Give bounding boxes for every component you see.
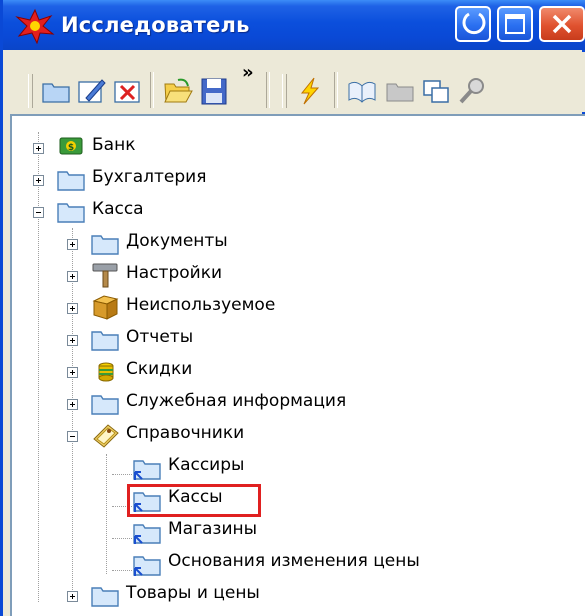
tree-item-unused[interactable]: Неиспользуемое xyxy=(12,292,572,324)
selection-highlight xyxy=(127,484,261,517)
tree-item-label: Отчеты xyxy=(126,327,194,347)
edit-icon[interactable] xyxy=(76,76,108,106)
tree-item-kassa[interactable]: Касса xyxy=(12,196,572,228)
more-chevron[interactable]: » xyxy=(242,62,254,83)
tree-item-label: Документы xyxy=(126,231,228,251)
expand-toggle[interactable] xyxy=(67,239,78,250)
shortcut-folder-icon xyxy=(133,524,161,544)
open-folder-icon[interactable] xyxy=(162,76,194,106)
expand-toggle[interactable] xyxy=(67,303,78,314)
tree-item-bank[interactable]: $ Банк xyxy=(12,132,572,164)
tree-item-label: Неиспользуемое xyxy=(126,295,276,315)
tree-item-label: Скидки xyxy=(126,359,193,379)
title-bar[interactable]: Исследователь xyxy=(3,0,585,50)
folder-icon xyxy=(91,395,119,415)
tree-item-goods-prices[interactable]: Товары и цены xyxy=(12,580,572,612)
tree-item-cashiers[interactable]: Кассиры xyxy=(12,452,572,484)
tree-item-registers[interactable]: Кассы xyxy=(12,484,572,516)
tree-item-accounting[interactable]: Бухгалтерия xyxy=(12,164,572,196)
close-button[interactable] xyxy=(539,6,585,42)
folder-icon xyxy=(91,235,119,255)
window-title: Исследователь xyxy=(61,13,250,37)
shortcut-folder-icon xyxy=(133,556,161,576)
close-icon xyxy=(552,14,572,34)
expand-toggle[interactable] xyxy=(67,367,78,378)
toolbar-separator xyxy=(334,72,338,108)
copy-windows-icon[interactable] xyxy=(420,76,452,106)
collapse-toggle[interactable] xyxy=(33,207,44,218)
bank-icon: $ xyxy=(59,137,83,155)
expand-toggle[interactable] xyxy=(33,143,44,154)
expand-toggle[interactable] xyxy=(67,335,78,346)
hammer-icon xyxy=(92,263,118,288)
tree-item-label: Настройки xyxy=(126,263,223,283)
toolbar-separator xyxy=(266,72,270,108)
tree-item-label: Касса xyxy=(92,199,144,219)
search-icon[interactable] xyxy=(456,76,488,106)
toolbar: » xyxy=(6,52,585,112)
tree-item-label: Банк xyxy=(92,135,136,155)
maximize-icon xyxy=(505,14,525,34)
open-book-icon[interactable] xyxy=(346,76,378,106)
delete-icon[interactable] xyxy=(112,76,144,106)
tree-item-label: Справочники xyxy=(126,423,245,443)
tree-item-label: Бухгалтерия xyxy=(92,167,207,187)
folder-icon xyxy=(57,171,85,191)
maximize-button[interactable] xyxy=(497,6,533,42)
minimize-icon xyxy=(462,12,486,35)
folder-icon xyxy=(57,203,85,223)
tree-item-label: Кассиры xyxy=(168,455,245,475)
tree-item-settings[interactable]: Настройки xyxy=(12,260,572,292)
tree-item-label: Товары и цены xyxy=(126,583,260,603)
svg-text:$: $ xyxy=(68,143,74,153)
expand-toggle[interactable] xyxy=(67,399,78,410)
tree-item-stores[interactable]: Магазины xyxy=(12,516,572,548)
tree-item-references[interactable]: Справочники xyxy=(12,420,572,452)
save-icon[interactable] xyxy=(198,76,230,106)
expand-toggle[interactable] xyxy=(67,591,78,602)
coins-icon xyxy=(98,362,114,382)
tree-item-label: Магазины xyxy=(168,519,258,539)
toolbar-grip[interactable] xyxy=(28,74,33,108)
folder-icon xyxy=(91,331,119,351)
tree-view[interactable]: $ Банк Бухгалтерия Касса Документы Настр… xyxy=(10,114,585,616)
folder-icon[interactable] xyxy=(384,76,416,106)
explorer-star-icon xyxy=(15,8,55,44)
minimize-button[interactable] xyxy=(455,6,491,42)
tree-item-label: Основания изменения цены xyxy=(168,551,420,571)
tree-item-label: Служебная информация xyxy=(126,391,347,411)
reference-book-icon xyxy=(93,424,119,448)
tree-item-reports[interactable]: Отчеты xyxy=(12,324,572,356)
new-folder-icon[interactable] xyxy=(40,76,72,106)
box-icon xyxy=(92,295,119,320)
tree-item-service-info[interactable]: Служебная информация xyxy=(12,388,572,420)
tree-item-documents[interactable]: Документы xyxy=(12,228,572,260)
folder-icon xyxy=(91,587,119,607)
lightning-icon[interactable] xyxy=(294,76,326,106)
expand-toggle[interactable] xyxy=(67,271,78,282)
explorer-window: Исследователь » $ Банк Бухгалтерия Касса… xyxy=(0,0,585,616)
toolbar-grip[interactable] xyxy=(282,74,287,108)
toolbar-separator xyxy=(150,72,154,108)
tree-item-discounts[interactable]: Скидки xyxy=(12,356,572,388)
expand-toggle[interactable] xyxy=(33,175,44,186)
collapse-toggle[interactable] xyxy=(67,431,78,442)
tree-item-price-change-reasons[interactable]: Основания изменения цены xyxy=(12,548,572,580)
shortcut-folder-icon xyxy=(133,460,161,480)
